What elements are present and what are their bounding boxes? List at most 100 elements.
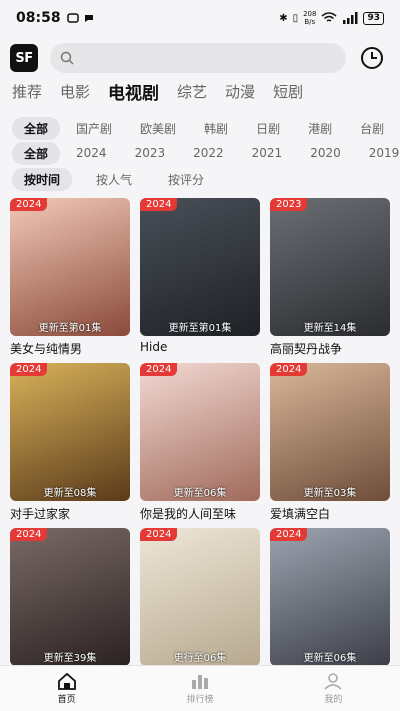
clock-icon xyxy=(361,47,383,69)
notification-icons xyxy=(66,12,95,24)
network-speed: 208 B/s xyxy=(303,10,316,26)
year-chip[interactable]: 全部 xyxy=(12,141,61,165)
episode-status: 更新至14集 xyxy=(303,323,357,334)
year-chip[interactable]: 2019 xyxy=(357,143,400,163)
tab-short-drama[interactable]: 短剧 xyxy=(273,81,303,102)
region-chip[interactable]: 港剧 xyxy=(296,117,344,140)
episode-status: 更新至06集 xyxy=(303,653,357,664)
series-title: 美女与纯情男 xyxy=(10,342,83,356)
series-title: 爱填满空白 xyxy=(270,507,331,521)
tab-variety[interactable]: 综艺 xyxy=(177,81,207,102)
poster: 2024 更新至03集 xyxy=(270,363,390,501)
series-title: Hide xyxy=(140,340,168,354)
series-card[interactable]: 2024 更新至39集 xyxy=(10,528,130,666)
sort-chip[interactable]: 按评分 xyxy=(156,168,216,191)
poster-image xyxy=(140,528,260,666)
series-card[interactable]: 2024 更新至08集 对手过家家 xyxy=(10,363,130,522)
year-chip[interactable]: 2024 xyxy=(64,143,119,163)
tab-recommend[interactable]: 推荐 xyxy=(12,81,42,102)
year-tag: 2024 xyxy=(10,363,48,376)
poster: 2024 更新至第01集 xyxy=(10,198,130,336)
net-speed-value: 208 xyxy=(303,10,317,18)
series-card[interactable]: 2024 更新至03集 爱填满空白 xyxy=(270,363,390,522)
episode-status: 更新至39集 xyxy=(43,653,97,664)
tab-tv-series[interactable]: 电视剧 xyxy=(108,79,159,104)
year-tag: 2024 xyxy=(140,528,178,541)
year-chip[interactable]: 2023 xyxy=(123,143,178,163)
sort-chip[interactable]: 按时间 xyxy=(12,167,73,191)
message-icon xyxy=(84,15,93,22)
region-chip[interactable]: 台剧 xyxy=(348,117,396,140)
nav-label: 排行榜 xyxy=(186,695,214,705)
nav-profile[interactable]: 我的 xyxy=(267,666,400,711)
chart-icon xyxy=(191,675,208,689)
poster-image xyxy=(10,528,130,666)
episode-status: 更新至08集 xyxy=(43,488,97,499)
poster-image xyxy=(270,528,390,666)
poster: 2024 更新至06集 xyxy=(270,528,390,666)
year-tag: 2024 xyxy=(140,363,178,376)
status-bar: 08:58 ✱ ▯ 208 B/s 93 xyxy=(0,0,400,36)
poster-image xyxy=(10,363,130,501)
series-card[interactable]: 2024 更新至第01集 美女与纯情男 xyxy=(10,198,130,357)
nav-label: 首页 xyxy=(57,695,76,705)
poster-image xyxy=(270,198,390,336)
year-chip[interactable]: 2021 xyxy=(240,143,295,163)
episode-status: 更新至第01集 xyxy=(168,323,232,334)
poster-image xyxy=(10,198,130,336)
search-icon xyxy=(60,51,74,65)
year-chip[interactable]: 2020 xyxy=(298,143,353,163)
battery-indicator: 93 xyxy=(363,11,384,25)
poster: 2024 更新至第01集 xyxy=(140,198,260,336)
sort-filter: 按时间 按人气 按评分 xyxy=(12,167,220,191)
status-time: 08:58 xyxy=(16,10,61,26)
tab-anime[interactable]: 动漫 xyxy=(225,81,255,102)
region-chip[interactable]: 日剧 xyxy=(244,117,292,140)
nav-ranking[interactable]: 排行榜 xyxy=(133,666,266,711)
series-title: 对手过家家 xyxy=(10,507,71,521)
episode-status: 更新至03集 xyxy=(303,488,357,499)
nav-home[interactable]: 首页 xyxy=(0,666,133,711)
series-card[interactable]: 2024 更新至06集 你是我的人间至味 xyxy=(140,363,260,522)
series-card[interactable]: 2024 更新至第01集 Hide xyxy=(140,198,260,354)
sort-chip[interactable]: 按人气 xyxy=(84,168,144,191)
series-card[interactable]: 2023 更新至14集 高丽契丹战争 xyxy=(270,198,390,357)
region-chip[interactable]: 全部 xyxy=(12,116,61,140)
poster-image xyxy=(140,363,260,501)
year-tag: 2024 xyxy=(10,528,48,541)
bottom-nav: 首页 排行榜 我的 xyxy=(0,665,400,711)
series-card[interactable]: 2024 更新至06集 xyxy=(270,528,390,666)
region-filter: 全部 国产剧 欧美剧 韩剧 日剧 港剧 台剧 xyxy=(12,116,400,140)
notification-icon xyxy=(66,13,79,23)
region-chip[interactable]: 韩剧 xyxy=(192,117,240,140)
poster: 2024 更新至06集 xyxy=(140,363,260,501)
series-title: 高丽契丹战争 xyxy=(270,342,343,356)
year-tag: 2024 xyxy=(270,528,308,541)
home-icon xyxy=(57,672,76,690)
year-chip[interactable]: 2022 xyxy=(181,143,236,163)
signal-icon xyxy=(343,12,358,24)
poster: 2023 更新至14集 xyxy=(270,198,390,336)
wifi-icon xyxy=(321,12,337,22)
main-tabs: 推荐 电影 电视剧 综艺 动漫 短剧 xyxy=(12,79,321,104)
poster: 2024 更新至08集 xyxy=(10,363,130,501)
episode-status: 更新至06集 xyxy=(173,488,227,499)
bluetooth-icon: ✱ xyxy=(279,12,288,24)
app-logo[interactable]: SF xyxy=(10,44,38,72)
year-tag: 2023 xyxy=(270,198,308,211)
search-input[interactable] xyxy=(50,43,346,73)
episode-status: 更行至06集 xyxy=(173,653,227,664)
history-button[interactable] xyxy=(358,44,386,72)
region-chip[interactable]: 欧美剧 xyxy=(128,117,188,140)
episode-status: 更新至第01集 xyxy=(38,323,102,334)
poster-image xyxy=(270,363,390,501)
region-chip[interactable]: 国产剧 xyxy=(64,117,124,140)
series-card[interactable]: 2024 更行至06集 xyxy=(140,528,260,666)
user-icon xyxy=(324,673,342,690)
poster: 2024 更新至39集 xyxy=(10,528,130,666)
year-tag: 2024 xyxy=(270,363,308,376)
vibrate-icon: ▯ xyxy=(292,12,299,24)
year-tag: 2024 xyxy=(10,198,48,211)
tab-movie[interactable]: 电影 xyxy=(60,81,90,102)
year-tag: 2024 xyxy=(140,198,178,211)
